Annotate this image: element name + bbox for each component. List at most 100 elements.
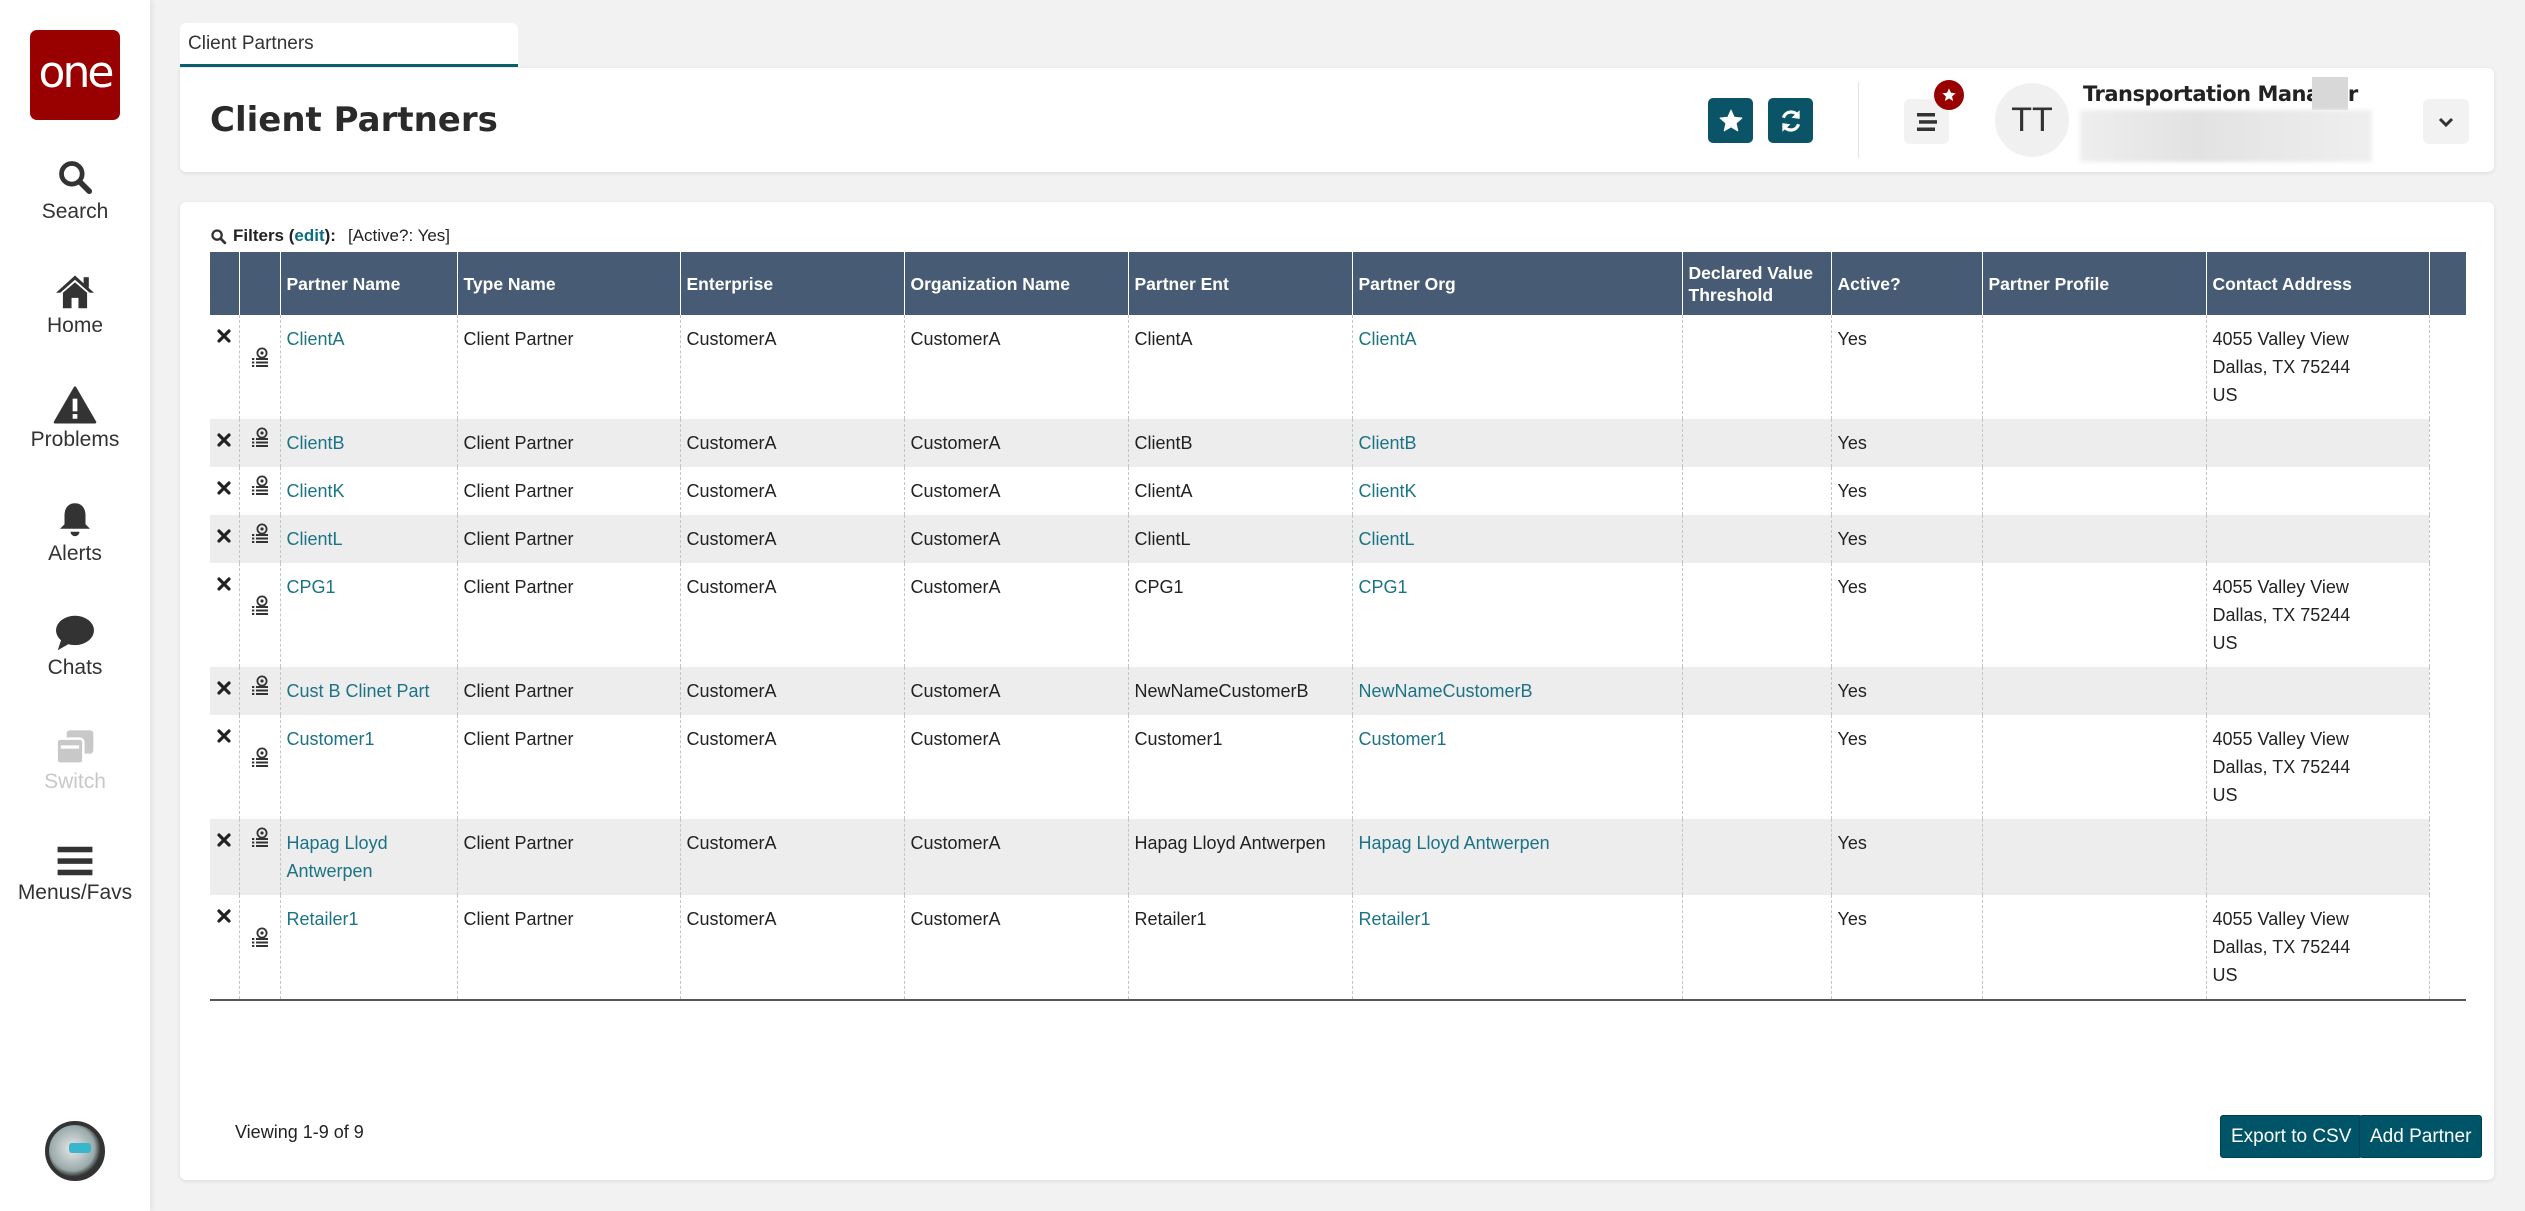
partner-org-link[interactable]: ClientK xyxy=(1352,467,1683,515)
sidebar-item-home[interactable]: Home xyxy=(0,272,150,338)
partner-org-link[interactable]: Customer1 xyxy=(1352,715,1683,819)
partner-ent-cell: Retailer1 xyxy=(1128,895,1353,1001)
partner-org-link[interactable]: ClientL xyxy=(1352,515,1683,563)
table-row: ClientL Client Partner CustomerA CustomerA C… xyxy=(210,515,2466,563)
ai-assistant-avatar[interactable] xyxy=(45,1121,105,1181)
col-header-partner-ent[interactable]: Partner Ent xyxy=(1128,252,1353,315)
sidebar-item-label: Problems xyxy=(30,428,120,451)
partner-org-link[interactable]: NewNameCustomerB xyxy=(1352,667,1683,715)
favorites-badge[interactable] xyxy=(1934,80,1964,110)
partner-profile-cell xyxy=(1982,315,2207,419)
partner-name-link[interactable]: Customer1 xyxy=(280,715,458,819)
row-filler xyxy=(2429,467,2466,515)
partner-profile-button[interactable] xyxy=(239,315,281,419)
sidebar-item-alerts[interactable]: Alerts xyxy=(0,500,150,566)
col-header-partner-name[interactable]: Partner Name xyxy=(280,252,458,315)
export-csv-button[interactable]: Export to CSV xyxy=(2220,1115,2363,1158)
delete-row-button[interactable] xyxy=(210,515,240,563)
enterprise-cell: CustomerA xyxy=(680,715,905,819)
partner-profile-button[interactable] xyxy=(239,895,281,1001)
partner-org-link[interactable]: ClientB xyxy=(1352,419,1683,467)
type-name-cell: Client Partner xyxy=(457,895,681,1001)
contact-address-cell: 4055 Valley View Dallas, TX 75244 US xyxy=(2206,895,2430,1001)
user-menu-dropdown[interactable] xyxy=(2423,99,2469,144)
partner-profile-button[interactable] xyxy=(239,467,281,515)
partner-profile-icon xyxy=(251,827,268,847)
delete-row-button[interactable] xyxy=(210,895,240,1001)
partner-profile-icon xyxy=(251,747,268,767)
delete-x-icon xyxy=(217,681,231,695)
col-header-type-name[interactable]: Type Name xyxy=(457,252,681,315)
delete-row-button[interactable] xyxy=(210,563,240,667)
partner-profile-button[interactable] xyxy=(239,667,281,715)
filters-label: Filters (edit): xyxy=(233,226,336,245)
partner-profile-button[interactable] xyxy=(239,563,281,667)
bell-icon xyxy=(60,503,90,537)
partner-ent-cell: Hapag Lloyd Antwerpen xyxy=(1128,819,1353,895)
sidebar-item-menus-favs[interactable]: Menus/Favs xyxy=(0,845,150,905)
page-title: Client Partners xyxy=(210,100,498,140)
delete-row-button[interactable] xyxy=(210,419,240,467)
address-line: 4055 Valley View xyxy=(2212,729,2349,749)
partner-profile-button[interactable] xyxy=(239,819,281,895)
sidebar-item-search[interactable]: Search xyxy=(0,158,150,224)
type-name-cell: Client Partner xyxy=(457,315,681,419)
col-header-enterprise[interactable]: Enterprise xyxy=(680,252,905,315)
delete-row-button[interactable] xyxy=(210,315,240,419)
partner-name-link[interactable]: CPG1 xyxy=(280,563,458,667)
organization-name-cell: CustomerA xyxy=(904,715,1129,819)
search-icon xyxy=(211,228,227,244)
delete-row-button[interactable] xyxy=(210,667,240,715)
organization-name-cell: CustomerA xyxy=(904,315,1129,419)
address-line: 4055 Valley View xyxy=(2212,577,2349,597)
sidebar-item-chats[interactable]: Chats xyxy=(0,614,150,680)
contact-address-cell: 4055 Valley View Dallas, TX 75244 US xyxy=(2206,715,2430,819)
organization-name-cell: CustomerA xyxy=(904,819,1129,895)
col-header-partner-org[interactable]: Partner Org xyxy=(1352,252,1683,315)
partner-org-link[interactable]: CPG1 xyxy=(1352,563,1683,667)
sidebar-item-switch[interactable]: Switch xyxy=(0,728,150,794)
partner-name-link[interactable]: Hapag Lloyd Antwerpen xyxy=(280,819,458,895)
partner-name-link[interactable]: ClientB xyxy=(280,419,458,467)
col-header-organization-name[interactable]: Organization Name xyxy=(904,252,1129,315)
col-header-profile-action xyxy=(239,252,281,315)
row-filler xyxy=(2429,667,2466,715)
col-header-active[interactable]: Active? xyxy=(1831,252,1983,315)
active-cell: Yes xyxy=(1831,563,1983,667)
partner-org-link[interactable]: Hapag Lloyd Antwerpen xyxy=(1352,819,1683,895)
favorite-button[interactable] xyxy=(1708,98,1753,143)
edit-filters-link[interactable]: edit xyxy=(294,226,324,245)
sidebar-item-label: Menus/Favs xyxy=(17,881,133,904)
partner-name-link[interactable]: ClientK xyxy=(280,467,458,515)
sidebar-item-problems[interactable]: Problems xyxy=(0,386,150,452)
partner-name-link[interactable]: ClientA xyxy=(280,315,458,419)
partner-profile-button[interactable] xyxy=(239,515,281,563)
filters-bar: Filters (edit): [Active?: Yes] xyxy=(210,226,450,246)
col-header-contact-address[interactable]: Contact Address xyxy=(2206,252,2430,315)
add-partner-button[interactable]: Add Partner xyxy=(2359,1115,2483,1158)
partner-name-link[interactable]: Retailer1 xyxy=(280,895,458,1001)
partner-ent-cell: ClientA xyxy=(1128,467,1353,515)
delete-row-button[interactable] xyxy=(210,819,240,895)
user-avatar[interactable]: TT xyxy=(1995,83,2069,157)
address-line: 4055 Valley View xyxy=(2212,909,2349,929)
delete-row-button[interactable] xyxy=(210,467,240,515)
partner-profile-button[interactable] xyxy=(239,419,281,467)
delete-row-button[interactable] xyxy=(210,715,240,819)
col-header-partner-profile[interactable]: Partner Profile xyxy=(1982,252,2207,315)
refresh-button[interactable] xyxy=(1768,98,1813,143)
organization-name-cell: CustomerA xyxy=(904,467,1129,515)
partner-ent-cell: ClientA xyxy=(1128,315,1353,419)
partner-name-link[interactable]: ClientL xyxy=(280,515,458,563)
partner-name-link[interactable]: Cust B Clinet Part xyxy=(280,667,458,715)
tab-client-partners[interactable]: Client Partners xyxy=(180,23,518,67)
partner-profile-button[interactable] xyxy=(239,715,281,819)
one-logo[interactable]: one xyxy=(30,30,120,120)
partner-org-link[interactable]: Retailer1 xyxy=(1352,895,1683,1001)
delete-x-icon xyxy=(217,481,231,495)
partner-org-link[interactable]: ClientA xyxy=(1352,315,1683,419)
delete-x-icon xyxy=(217,729,231,743)
redacted-user-details xyxy=(2080,110,2372,162)
col-header-declared-value-threshold[interactable]: Declared Value Threshold xyxy=(1682,252,1832,315)
partner-ent-cell: NewNameCustomerB xyxy=(1128,667,1353,715)
